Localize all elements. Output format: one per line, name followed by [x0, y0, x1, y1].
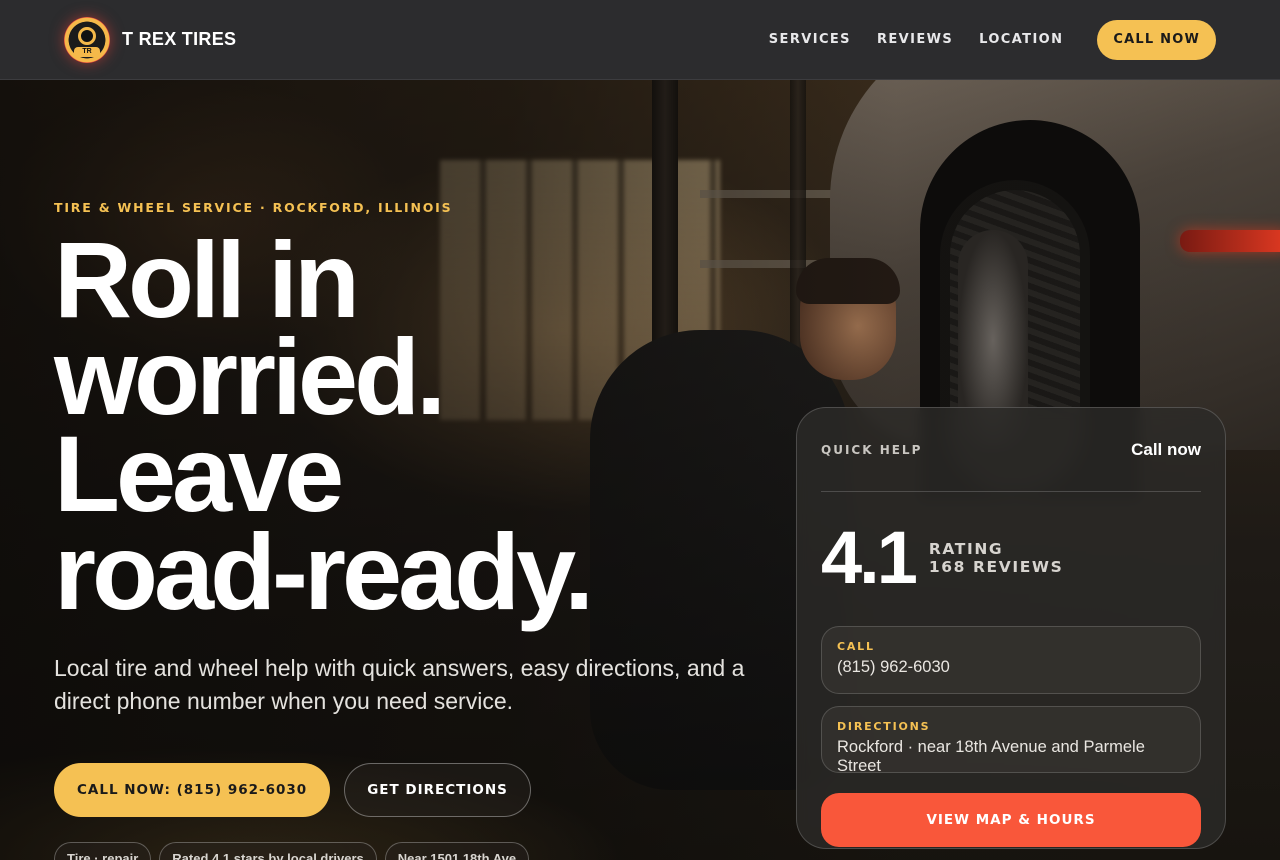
- tire-logo-icon: TR: [64, 16, 110, 63]
- headline-line: road-ready.: [54, 510, 594, 632]
- hero-headline: Roll in worried. Leave road-ready.: [54, 219, 754, 632]
- directions-label: DIRECTIONS: [837, 720, 931, 733]
- rating-label: RATING: [928, 540, 1004, 558]
- brand-name: T REX TIRES: [122, 29, 237, 49]
- directions-info-box[interactable]: DIRECTIONS Rockford · near 18th Avenue a…: [821, 706, 1201, 775]
- chip-rating: Rated 4.1 stars by local drivers: [159, 841, 377, 860]
- headline-line: Leave: [54, 413, 344, 535]
- rating-row: 4.1 RATING 168 REVIEWS: [821, 516, 1201, 599]
- headline-line: worried.: [54, 316, 446, 438]
- hero-description: Local tire and wheel help with quick ans…: [54, 654, 745, 714]
- chip-services: Tire · repair: [54, 841, 152, 860]
- call-now-button[interactable]: CALL NOW: (815) 962-6030: [54, 762, 331, 817]
- directions-value: Rockford · near 18th Avenue and Parmele …: [837, 738, 1145, 775]
- call-label: CALL: [837, 640, 875, 653]
- headline-line: Roll in: [54, 219, 360, 340]
- nav-location[interactable]: LOCATION: [979, 32, 1063, 47]
- view-map-hours-button[interactable]: VIEW MAP & HOURS: [821, 793, 1201, 847]
- card-call-link[interactable]: Call now: [1131, 440, 1201, 460]
- logo-hub: [78, 26, 96, 45]
- header-call-button[interactable]: CALL NOW: [1097, 19, 1216, 60]
- review-count: 168 REVIEWS: [928, 558, 1064, 576]
- logo-tag: TR: [74, 46, 100, 57]
- hero-eyebrow: TIRE & WHEEL SERVICE · ROCKFORD, ILLINOI…: [54, 200, 453, 215]
- card-title: QUICK HELP: [821, 442, 923, 457]
- site-header: TR T REX TIRES SERVICES REVIEWS LOCATION…: [0, 0, 1280, 80]
- nav-services[interactable]: SERVICES: [769, 32, 851, 47]
- chip-address: Near 1501 18th Ave: [384, 841, 530, 860]
- rating-meta: RATING 168 REVIEWS: [929, 540, 1064, 576]
- call-info-box[interactable]: CALL (815) 962-6030: [821, 626, 1201, 694]
- nav-reviews[interactable]: REVIEWS: [877, 32, 953, 47]
- cta-row: CALL NOW: (815) 962-6030 GET DIRECTIONS: [54, 762, 754, 817]
- get-directions-button[interactable]: GET DIRECTIONS: [344, 762, 531, 817]
- feature-chips: Tire · repair Rated 4.1 stars by local d…: [54, 841, 754, 860]
- hero-content: TIRE & WHEEL SERVICE · ROCKFORD, ILLINOI…: [54, 200, 754, 860]
- rating-value: 4.1: [821, 516, 918, 599]
- brand[interactable]: TR T REX TIRES: [64, 16, 237, 63]
- main-nav: SERVICES REVIEWS LOCATION CALL NOW: [769, 19, 1216, 60]
- phone-number: (815) 962-6030: [837, 658, 950, 676]
- quick-help-card: QUICK HELP Call now 4.1 RATING 168 REVIE…: [796, 407, 1226, 849]
- card-header: QUICK HELP Call now: [821, 432, 1201, 492]
